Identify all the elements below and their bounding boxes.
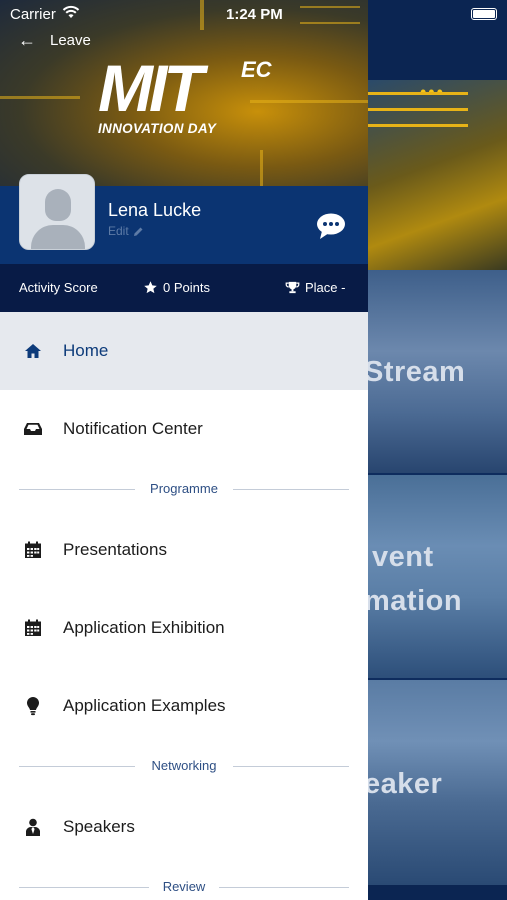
menu-item-notification-center[interactable]: Notification Center — [0, 390, 368, 468]
event-logo: MIT EC INNOVATION DAY — [98, 51, 272, 136]
menu-item-label: Application Exhibition — [63, 618, 225, 637]
activity-score-label: Activity Score — [19, 280, 98, 295]
drawer-header: Carrier 1:24 PM ← Leave MIT EC INNOVATIO… — [0, 0, 368, 186]
menu-item-application-examples[interactable]: Application Examples — [0, 667, 368, 745]
main-screen-background: ••• Stream vent mation eaker — [368, 0, 507, 900]
navigation-drawer: Carrier 1:24 PM ← Leave MIT EC INNOVATIO… — [0, 0, 368, 900]
menu-item-home[interactable]: Home — [0, 312, 368, 390]
edit-profile-link[interactable]: Edit — [108, 224, 144, 238]
inbox-icon — [23, 419, 43, 439]
back-arrow-icon: ← — [18, 30, 36, 50]
menu-item-label: Home — [63, 341, 109, 360]
star-icon — [144, 281, 157, 294]
speaker-person-icon — [23, 817, 43, 837]
section-header-programme: Programme — [0, 468, 368, 511]
profile-panel: Lena Lucke Edit — [0, 174, 368, 264]
pencil-icon — [133, 227, 143, 236]
speaker-tile[interactable]: eaker — [368, 680, 507, 885]
wifi-icon — [62, 5, 80, 18]
main-banner-image: ••• — [368, 80, 507, 270]
stream-tile-label: Stream — [368, 356, 466, 388]
menu-item-label: Application Examples — [63, 696, 226, 715]
menu-item-speakers[interactable]: Speakers — [0, 788, 368, 866]
avatar[interactable] — [19, 174, 95, 250]
points-display: 0 Points — [143, 280, 210, 295]
battery-icon — [471, 8, 497, 20]
menu-item-application-exhibition[interactable]: Application Exhibition — [0, 589, 368, 667]
status-bar: Carrier 1:24 PM — [0, 0, 368, 28]
section-header-review: Review — [0, 866, 368, 900]
menu-item-presentations[interactable]: Presentations — [0, 511, 368, 589]
user-name: Lena Lucke — [108, 200, 202, 220]
event-information-tile[interactable]: vent mation — [368, 475, 507, 678]
activity-score-bar: Activity Score 0 Points Place - — [0, 264, 368, 312]
leave-button[interactable]: ← Leave — [18, 30, 91, 51]
speaker-tile-label: eaker — [368, 768, 443, 800]
stream-tile[interactable]: Stream — [368, 270, 507, 473]
menu-item-label: Notification Center — [63, 419, 203, 438]
status-time: 1:24 PM — [226, 6, 283, 23]
leave-label: Leave — [50, 32, 91, 49]
trophy-icon — [285, 281, 300, 294]
event-tile-label-2: mation — [368, 585, 463, 617]
carrier-label: Carrier — [10, 6, 56, 23]
menu-item-label: Presentations — [63, 540, 167, 559]
place-display: Place - — [285, 280, 345, 295]
lightbulb-icon — [23, 696, 43, 716]
chat-icon[interactable] — [316, 212, 346, 240]
main-header-bar — [368, 0, 507, 80]
home-icon — [23, 341, 43, 361]
drawer-menu: Home Notification Center Programme Prese… — [0, 312, 368, 900]
section-header-networking: Networking — [0, 745, 368, 788]
calendar-icon — [23, 618, 43, 638]
event-tile-label-1: vent — [372, 541, 434, 573]
menu-item-label: Speakers — [63, 817, 135, 836]
calendar-icon — [23, 540, 43, 560]
